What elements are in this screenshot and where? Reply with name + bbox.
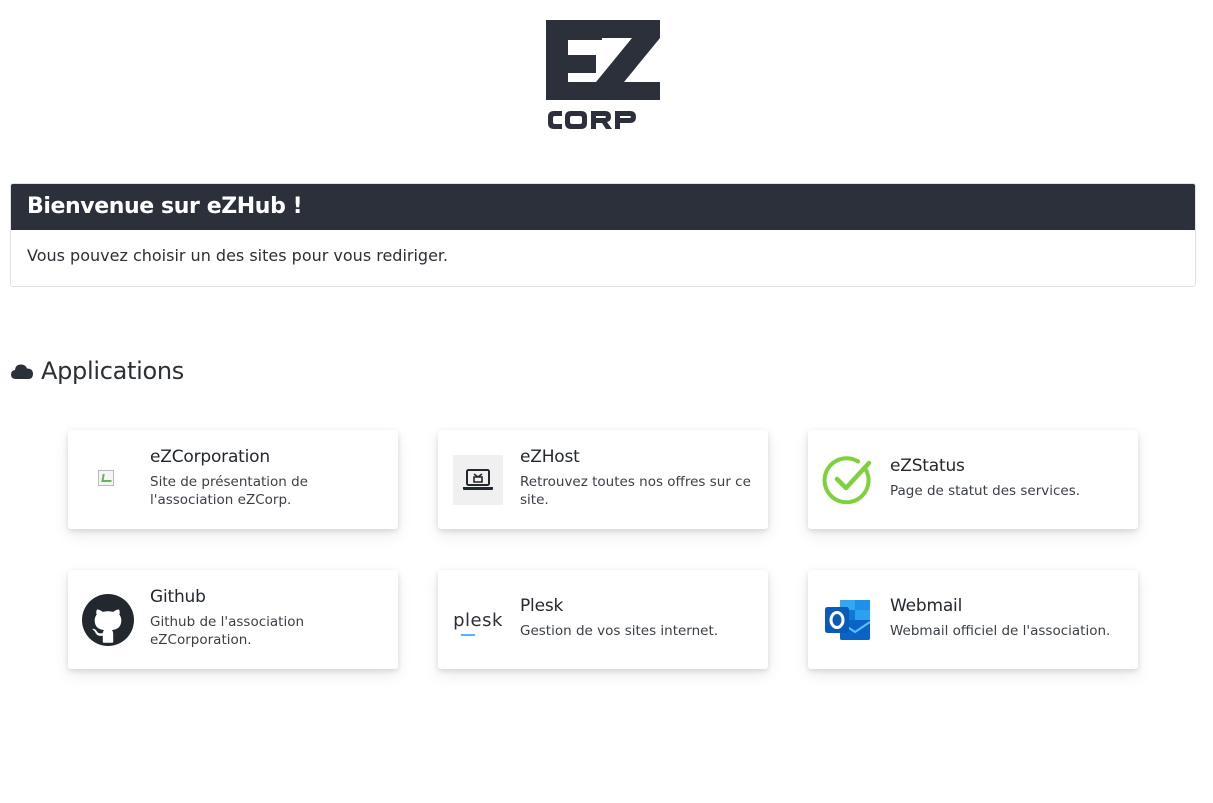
applications-title: Applications [41,357,185,385]
app-card-title: eZStatus [890,456,965,476]
app-card-title: Plesk [520,596,564,616]
app-card-description: Retrouvez toutes nos offres sur ce site. [520,474,751,508]
laptop-icon [452,454,504,506]
app-card-title: eZCorporation [150,447,270,467]
check-circle-icon [822,454,874,506]
app-card-title: Github [150,587,206,607]
app-card-description: Site de présentation de l'association eZ… [150,474,308,508]
app-card-plesk[interactable]: plesk Plesk Gestion de vos sites interne… [438,570,768,669]
app-card-title: Webmail [890,596,963,616]
app-card-description: Page de statut des services. [890,483,1081,499]
plesk-icon: plesk [452,594,504,646]
ezcorp-logo-icon [546,20,660,129]
app-card-webmail[interactable]: Webmail Webmail officiel de l'associatio… [808,570,1138,669]
github-icon [82,594,134,646]
app-card-ezcorporation[interactable]: eZCorporation Site de présentation de l'… [68,430,398,529]
app-card-description: Gestion de vos sites internet. [520,623,719,639]
app-card-github[interactable]: Github Github de l'association eZCorpora… [68,570,398,669]
welcome-message: Vous pouvez choisir un des sites pour vo… [27,246,449,265]
broken-image-icon [82,454,134,506]
app-card-ezstatus[interactable]: eZStatus Page de statut des services. [808,430,1138,529]
welcome-title: Bienvenue sur eZHub ! [11,184,1195,230]
cloud-icon [11,364,33,379]
plesk-logo-text: plesk [453,609,503,636]
app-card-title: eZHost [520,447,580,467]
app-card-description: Github de l'association eZCorporation. [150,614,305,648]
applications-heading: Applications [10,354,184,388]
page: Bienvenue sur eZHub ! Vous pouvez choisi… [0,0,1213,803]
app-card-ezhost[interactable]: eZHost Retrouvez toutes nos offres sur c… [438,430,768,529]
app-card-description: Webmail officiel de l'association. [890,623,1111,639]
outlook-icon [822,594,874,646]
ezcorp-logo [544,18,662,134]
welcome-card: Bienvenue sur eZHub ! Vous pouvez choisi… [10,183,1196,287]
